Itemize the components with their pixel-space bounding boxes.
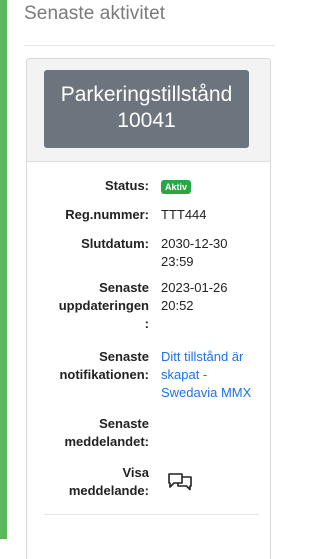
notification-label-line1: Senaste	[99, 349, 149, 364]
permit-title-name: Parkeringstillstånd	[60, 83, 233, 106]
end-date-label: Slutdatum:	[81, 236, 149, 251]
notification-link[interactable]: Ditt tillstånd är skapat - Swedavia MMX	[161, 348, 263, 402]
end-time: 23:59	[161, 254, 194, 269]
updated-label-line1: Senaste	[99, 280, 149, 295]
notification-link-line2: skapat -	[161, 367, 208, 382]
end-date-value: 2030-12-30 23:59	[161, 235, 263, 271]
show-message-label: Visa meddelande:	[43, 464, 149, 500]
card-footer-divider	[44, 514, 259, 515]
updated-time: 20:52	[161, 298, 194, 313]
status-label: Status:	[104, 178, 149, 193]
card-header: Parkeringstillstånd 10041	[27, 59, 270, 162]
accent-bar	[0, 0, 7, 539]
notification-label-line2: notifikationen:	[59, 367, 149, 382]
section-heading: Senaste aktivitet	[24, 3, 166, 24]
permit-title: Parkeringstillstånd 10041	[44, 70, 249, 148]
permit-title-number: 10041	[117, 109, 176, 132]
updated-label-line2: uppdateringen	[58, 298, 149, 313]
message-label-line1: Senaste	[99, 416, 149, 431]
permit-card: Parkeringstillstånd 10041 Status: Aktiv …	[26, 58, 271, 559]
message-label-line2: meddelandet:	[64, 434, 149, 449]
updated-value: 2023-01-26 20:52	[161, 279, 263, 315]
message-label: Senaste meddelandet:	[43, 415, 149, 451]
message-bubbles-icon[interactable]	[167, 472, 193, 492]
end-date: 2030-12-30	[161, 236, 228, 251]
notification-label: Senaste notifikationen:	[43, 348, 149, 384]
updated-label-line3: :	[144, 316, 149, 331]
reg-value: TTT444	[161, 207, 207, 222]
reg-label: Reg.nummer:	[65, 207, 149, 222]
show-message-label-line2: meddelande:	[68, 483, 149, 498]
divider	[24, 45, 275, 46]
status-value: Aktiv	[161, 177, 263, 195]
notification-link-line1: Ditt tillstånd är	[161, 349, 244, 364]
show-message-label-line1: Visa	[122, 465, 149, 480]
notification-link-line3: Swedavia MMX	[161, 385, 252, 400]
updated-label: Senaste uppdateringen :	[43, 279, 149, 333]
updated-date: 2023-01-26	[161, 280, 228, 295]
status-badge: Aktiv	[161, 180, 192, 194]
